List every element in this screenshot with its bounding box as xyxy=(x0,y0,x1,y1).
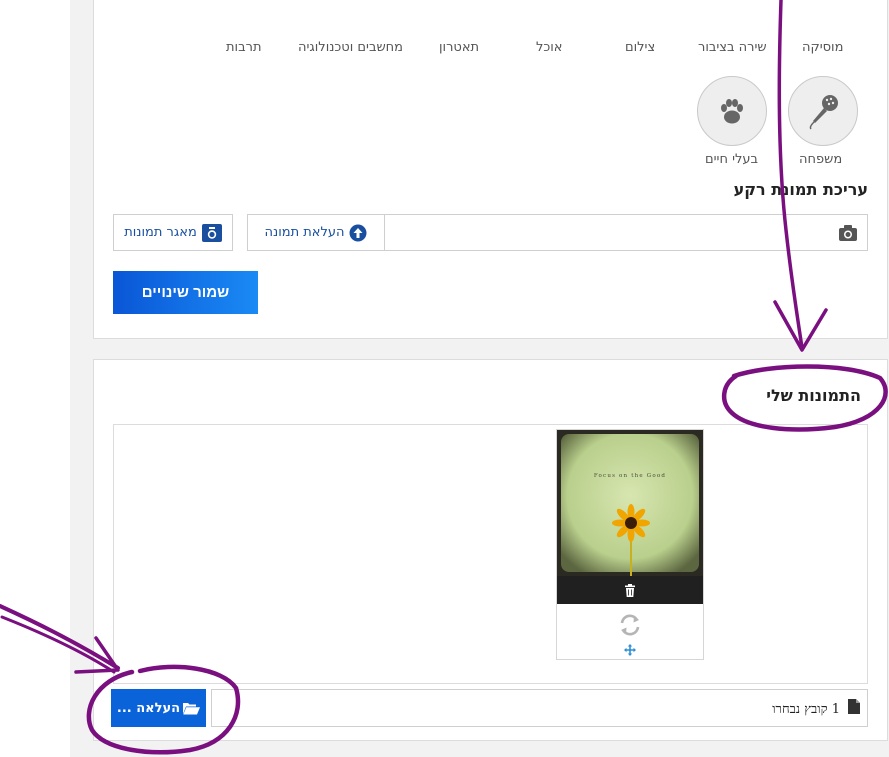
category-food[interactable]: אוכל xyxy=(536,40,563,55)
my-photos-title: התמונות שלי xyxy=(766,386,861,405)
file-selection-field[interactable]: 1 קובץ נבחרו xyxy=(211,689,868,727)
file-upload-label: העלאה ... xyxy=(116,700,181,716)
trash-icon xyxy=(625,583,635,597)
upload-arrow-icon xyxy=(349,224,366,241)
move-icon[interactable] xyxy=(624,644,636,656)
category-computers[interactable]: מחשבים וטכנולוגיה xyxy=(298,40,403,55)
photo-image: Focus on the Good xyxy=(557,430,703,576)
category-culture[interactable]: תרבות xyxy=(226,40,261,55)
upload-image-button[interactable]: העלאת תמונה xyxy=(247,214,385,251)
microphone-icon xyxy=(809,95,838,130)
photo-thumbnail[interactable]: Focus on the Good xyxy=(556,429,704,660)
file-icon xyxy=(848,699,860,714)
paw-icon xyxy=(721,99,743,124)
camera-icon xyxy=(839,225,857,241)
upload-image-label: העלאת תמונה xyxy=(264,225,345,240)
interest-animals-label: בעלי חיים xyxy=(705,152,759,167)
folder-open-icon xyxy=(183,702,201,714)
refresh-icon[interactable] xyxy=(618,613,642,637)
interest-animals-button[interactable] xyxy=(697,76,767,146)
interest-family-label: משפחה xyxy=(799,152,843,167)
photos-container xyxy=(113,424,868,684)
file-upload-button[interactable]: העלאה ... xyxy=(111,689,206,727)
category-photography[interactable]: צילום xyxy=(625,40,655,55)
camera-icon xyxy=(201,223,222,242)
category-theater[interactable]: תאטרון xyxy=(439,40,479,55)
category-singing[interactable]: שירה בציבור xyxy=(698,40,767,55)
interest-family-button[interactable] xyxy=(788,76,858,146)
delete-photo-button[interactable] xyxy=(557,576,703,604)
category-music[interactable]: מוסיקה xyxy=(802,40,843,55)
file-selection-status: 1 קובץ נבחרו xyxy=(772,702,840,717)
photo-caption: Focus on the Good xyxy=(594,473,666,479)
image-gallery-label: מאגר תמונות xyxy=(124,225,197,240)
background-section-title: עריכת תמונת רקע xyxy=(733,180,868,199)
save-changes-button[interactable]: שמור שינויים xyxy=(113,271,258,314)
image-gallery-button[interactable]: מאגר תמונות xyxy=(113,214,233,251)
